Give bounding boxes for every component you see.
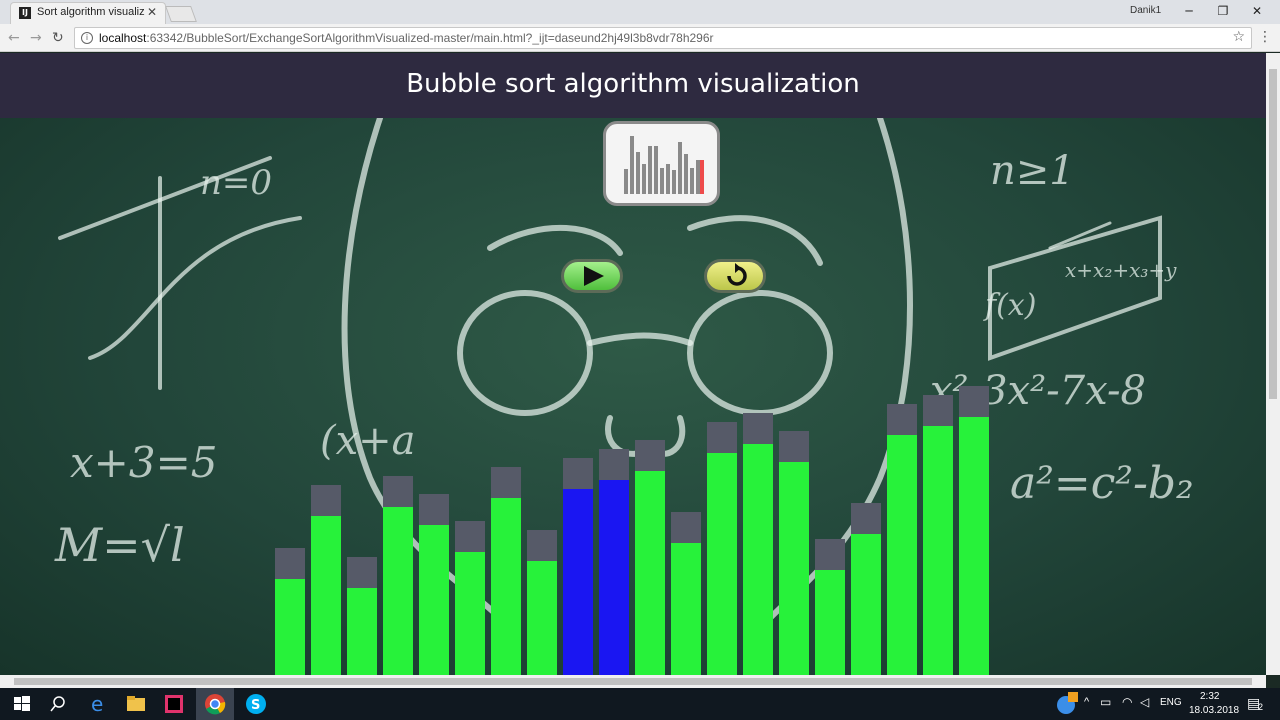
reload-icon[interactable]: ↻ bbox=[52, 30, 64, 46]
minimize-icon[interactable]: ─ bbox=[1172, 0, 1206, 22]
back-icon[interactable]: ← bbox=[8, 30, 20, 46]
address-bar[interactable]: i localhost:63342/BubbleSort/ExchangeSor… bbox=[74, 27, 1252, 49]
tab-title: Sort algorithm visualizat bbox=[37, 6, 145, 18]
bar bbox=[383, 507, 413, 675]
bar-cap bbox=[527, 530, 557, 561]
bar bbox=[707, 453, 737, 675]
bar bbox=[347, 588, 377, 675]
horizontal-scrollbar[interactable] bbox=[0, 675, 1266, 688]
vertical-scrollbar[interactable] bbox=[1266, 53, 1280, 675]
bar bbox=[275, 579, 305, 675]
bar bbox=[959, 417, 989, 675]
svg-text:S: S bbox=[251, 698, 260, 713]
profile-name[interactable]: Danik1 bbox=[1130, 5, 1161, 16]
bar bbox=[671, 543, 701, 675]
bar bbox=[923, 426, 953, 675]
bar bbox=[887, 435, 917, 675]
bar-cap bbox=[743, 413, 773, 444]
clock-time[interactable]: 2:32 bbox=[1200, 691, 1219, 702]
bar bbox=[779, 462, 809, 675]
forward-icon[interactable]: → bbox=[30, 30, 42, 46]
browser-menu-icon[interactable]: ⋮ bbox=[1258, 29, 1272, 45]
bar bbox=[455, 552, 485, 675]
page-content: n=0 n≥1 x+3=5 (x+a x²-3x²-7x-8 a²=c²-b₂ … bbox=[0, 53, 1266, 675]
bar bbox=[311, 516, 341, 675]
bar-cap bbox=[563, 458, 593, 489]
bar bbox=[527, 561, 557, 675]
bar-cap bbox=[923, 395, 953, 426]
horizontal-scroll-thumb[interactable] bbox=[14, 678, 1252, 685]
language-indicator[interactable]: ENG bbox=[1160, 697, 1182, 708]
chrome-icon[interactable] bbox=[203, 692, 227, 716]
tray-app-icon[interactable] bbox=[1054, 692, 1078, 716]
new-tab-button[interactable] bbox=[165, 6, 197, 22]
clock-date[interactable]: 18.03.2018 bbox=[1189, 705, 1239, 716]
bar bbox=[419, 525, 449, 675]
bar-cap bbox=[599, 449, 629, 480]
bar-cap bbox=[311, 485, 341, 516]
bar-compared bbox=[563, 489, 593, 675]
bar bbox=[491, 498, 521, 675]
intellij-icon[interactable] bbox=[162, 692, 186, 716]
bar-cap bbox=[671, 512, 701, 543]
bar-cap bbox=[455, 521, 485, 552]
tray-expand-icon[interactable]: ^ bbox=[1084, 696, 1089, 708]
bar-cap bbox=[275, 548, 305, 579]
browser-titlebar: IJ Sort algorithm visualizat ✕ Danik1 ─ … bbox=[0, 0, 1280, 24]
battery-icon[interactable]: ▭ bbox=[1100, 695, 1111, 709]
skype-icon[interactable]: S bbox=[244, 692, 268, 716]
edge-icon[interactable]: e bbox=[86, 692, 110, 716]
notification-count: 2 bbox=[1258, 702, 1264, 712]
toolbar: ← → ↻ i localhost:63342/BubbleSort/Excha… bbox=[0, 24, 1280, 52]
restore-icon[interactable]: ❐ bbox=[1206, 0, 1240, 22]
bar-cap bbox=[707, 422, 737, 453]
bar bbox=[851, 534, 881, 675]
bar-cap bbox=[635, 440, 665, 471]
bar-cap bbox=[851, 503, 881, 534]
bar-cap bbox=[383, 476, 413, 507]
bar-cap bbox=[959, 386, 989, 417]
info-icon[interactable]: i bbox=[81, 32, 93, 44]
bar-cap bbox=[779, 431, 809, 462]
search-icon[interactable] bbox=[46, 692, 70, 716]
intellij-favicon-icon: IJ bbox=[19, 7, 31, 19]
bar-cap bbox=[815, 539, 845, 570]
vertical-scroll-thumb[interactable] bbox=[1269, 69, 1277, 399]
bar bbox=[743, 444, 773, 675]
bar-cap bbox=[887, 404, 917, 435]
file-explorer-icon[interactable] bbox=[124, 692, 148, 716]
wifi-icon[interactable]: ◠ bbox=[1122, 695, 1132, 709]
volume-icon[interactable]: ◁ bbox=[1140, 695, 1149, 709]
bar-cap bbox=[419, 494, 449, 525]
bar bbox=[815, 570, 845, 675]
url-text[interactable]: localhost:63342/BubbleSort/ExchangeSortA… bbox=[99, 31, 714, 45]
window-close-icon[interactable]: ✕ bbox=[1240, 0, 1274, 22]
tab-close-icon[interactable]: ✕ bbox=[147, 5, 157, 19]
browser-tab[interactable]: IJ Sort algorithm visualizat ✕ bbox=[10, 2, 166, 24]
bar-chart bbox=[275, 386, 989, 675]
windows-taskbar: e S ^ ▭ ◠ ◁ ENG 2:32 18.03.2018 ▤ 2 bbox=[0, 688, 1280, 720]
bar-cap bbox=[491, 467, 521, 498]
bookmark-star-icon[interactable]: ☆ bbox=[1232, 29, 1245, 45]
bar bbox=[635, 471, 665, 675]
svg-text:e: e bbox=[91, 692, 103, 716]
bar-compared bbox=[599, 480, 629, 675]
windows-start-icon[interactable] bbox=[10, 692, 34, 716]
bar-cap bbox=[347, 557, 377, 588]
